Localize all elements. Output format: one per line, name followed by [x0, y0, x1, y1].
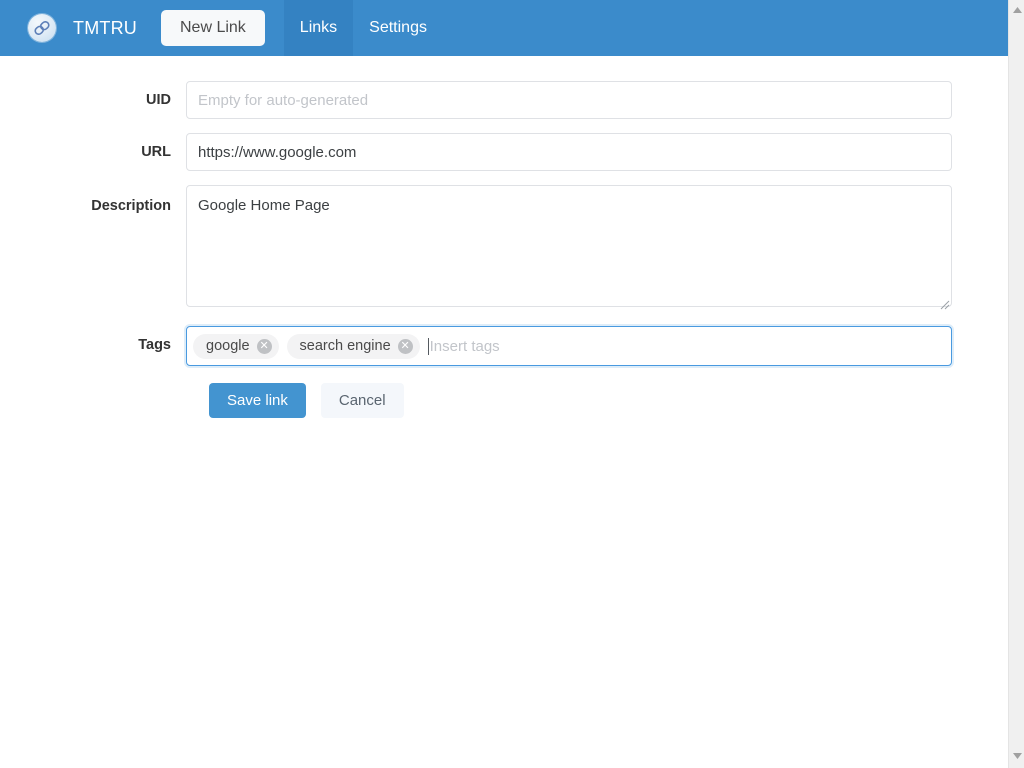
brand-name[interactable]: TMTRU [73, 18, 137, 39]
nav-tab-settings-label: Settings [369, 19, 427, 36]
url-input[interactable] [186, 133, 952, 171]
close-circle-icon[interactable]: ✕ [397, 338, 413, 354]
nav-tab-settings[interactable]: Settings [353, 0, 443, 56]
app-window: TMTRU New Link Links Settings UID URL [0, 0, 1024, 768]
tag-pill[interactable]: search engine ✕ [286, 333, 420, 359]
tags-input[interactable] [428, 335, 945, 357]
tags-input-container[interactable]: google ✕ search engine ✕ [186, 326, 952, 366]
tag-pill[interactable]: google ✕ [193, 333, 279, 359]
link-chain-logo-icon [28, 14, 56, 42]
form-row-url: URL [0, 133, 1008, 171]
tags-label: Tags [138, 337, 171, 353]
link-form: UID URL Description Google Home Page [0, 56, 1008, 418]
uid-field-wrap [186, 81, 952, 119]
navbar: TMTRU New Link Links Settings [0, 0, 1008, 56]
triangle-up-icon[interactable] [1009, 2, 1024, 18]
tag-label: search engine [299, 338, 391, 354]
triangle-down-icon[interactable] [1009, 748, 1024, 764]
url-field-wrap [186, 133, 952, 171]
vertical-scrollbar[interactable] [1008, 0, 1024, 768]
new-link-button[interactable]: New Link [160, 10, 265, 46]
nav-tab-links-label: Links [299, 19, 338, 36]
nav-tab-links[interactable]: Links [283, 0, 354, 56]
form-actions: Save link Cancel [0, 383, 1008, 418]
uid-label: UID [146, 92, 171, 108]
form-row-description: Description Google Home Page [0, 185, 1008, 312]
url-label: URL [141, 144, 171, 160]
save-link-button[interactable]: Save link [209, 383, 306, 418]
cancel-button[interactable]: Cancel [320, 383, 404, 418]
description-textarea[interactable]: Google Home Page [186, 185, 952, 307]
tags-input-holder [427, 335, 945, 357]
browser-viewport: TMTRU New Link Links Settings UID URL [0, 0, 1008, 768]
form-row-tags: Tags google ✕ search engine ✕ [0, 326, 1008, 366]
form-row-uid: UID [0, 81, 1008, 119]
description-label: Description [91, 198, 171, 214]
description-field-wrap: Google Home Page [186, 185, 952, 312]
close-circle-icon[interactable]: ✕ [256, 338, 272, 354]
tags-field-wrap: google ✕ search engine ✕ [186, 326, 952, 366]
tag-label: google [206, 338, 250, 354]
uid-input[interactable] [186, 81, 952, 119]
